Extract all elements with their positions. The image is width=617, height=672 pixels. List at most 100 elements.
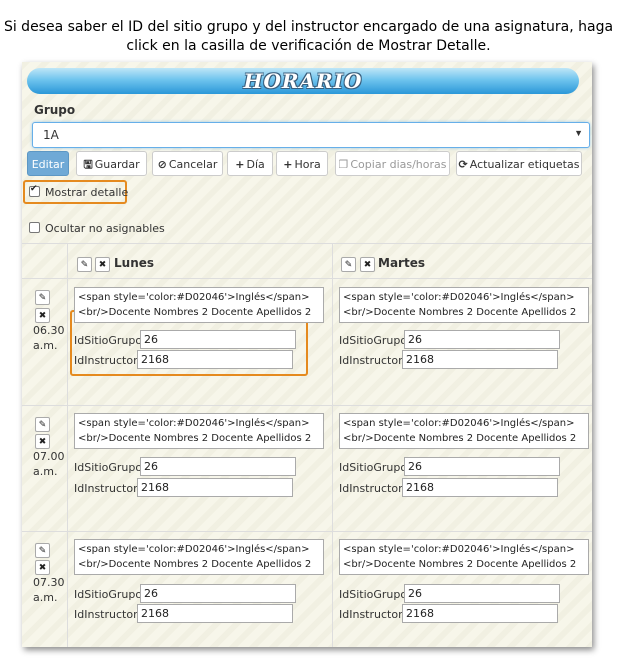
instructor-id-label: IdInstructor:: [74, 482, 142, 495]
grid-line: [22, 243, 592, 244]
site-id-label: IdSitioGrupo:: [339, 461, 411, 474]
checkbox-checked-icon: [29, 184, 40, 197]
plus-icon: +: [283, 158, 293, 171]
caption-line-2: click en la casilla de verificación de M…: [126, 38, 491, 54]
time-period: a.m.: [33, 465, 58, 478]
instructor-id-field[interactable]: 2168: [137, 478, 293, 497]
cancel-button[interactable]: ⊘ Cancelar: [152, 151, 223, 176]
edit-row-button[interactable]: ✎: [35, 290, 50, 305]
grupo-selected-value: 1A: [43, 128, 59, 142]
show-detail-label: Mostrar detalle: [45, 186, 129, 199]
edit-row-button[interactable]: ✎: [35, 543, 50, 558]
pencil-icon: ✎: [38, 545, 47, 555]
cell-line: <span style='color:#D02046'>Inglés</span…: [343, 292, 575, 303]
close-icon: ✖: [363, 259, 372, 269]
copy-button-label: Copiar dias/horas: [350, 158, 447, 171]
cell-line: <br/>Docente Nombres 2 Docente Apellidos…: [78, 559, 312, 570]
pencil-icon: ✎: [344, 259, 353, 269]
site-id-field[interactable]: 26: [140, 457, 296, 476]
instructor-id-field[interactable]: 2168: [402, 350, 558, 369]
copy-days-hours-button[interactable]: ❐ Copiar dias/horas: [335, 151, 450, 176]
checkbox-unchecked-icon: [29, 222, 40, 233]
grupo-select[interactable]: 1A ▼: [32, 122, 590, 148]
delete-column-button[interactable]: ✖: [95, 257, 110, 272]
show-detail-checkbox[interactable]: Mostrar detalle: [29, 184, 129, 199]
cell-line: <span style='color:#D02046'>Inglés</span…: [343, 418, 575, 429]
row-time: 07.00 a.m.: [33, 449, 65, 479]
close-icon: ✖: [38, 436, 47, 446]
pencil-icon: ✎: [38, 419, 47, 429]
time-period: a.m.: [33, 591, 58, 604]
cell-line: <span style='color:#D02046'>Inglés</span…: [343, 544, 575, 555]
cell-line: <br/>Docente Nombres 2 Docente Apellidos…: [343, 307, 577, 318]
plus-icon: +: [235, 158, 245, 171]
site-id-label: IdSitioGrupo:: [74, 588, 146, 601]
refresh-button-label: Actualizar etiquetas: [469, 158, 580, 171]
close-icon: ✖: [38, 562, 47, 572]
edit-button-label: Editar: [31, 158, 65, 171]
horario-banner: HORARIO: [27, 68, 579, 94]
site-id-field[interactable]: 26: [404, 457, 560, 476]
row-time: 07.30 a.m.: [33, 575, 65, 605]
time-period: a.m.: [33, 339, 58, 352]
caption-line-1: Si desea saber el ID del sitio grupo y d…: [3, 19, 614, 35]
instructor-id-label: IdInstructor:: [74, 608, 142, 621]
cell-line: <span style='color:#D02046'>Inglés</span…: [78, 418, 310, 429]
grid-line: [22, 405, 592, 406]
cell-textarea[interactable]: <span style='color:#D02046'>Inglés</span…: [74, 413, 324, 449]
delete-row-button[interactable]: ✖: [35, 308, 50, 323]
time-value: 07.00: [33, 450, 65, 463]
copy-icon: ❐: [338, 158, 349, 171]
banner-title: HORARIO: [243, 69, 363, 93]
floppy-icon: 🖫: [83, 158, 93, 171]
column-header-lunes: Lunes: [114, 256, 155, 270]
site-id-field[interactable]: 26: [404, 330, 560, 349]
edit-column-button[interactable]: ✎: [341, 257, 356, 272]
site-id-label: IdSitioGrupo:: [74, 461, 146, 474]
cell-textarea[interactable]: <span style='color:#D02046'>Inglés</span…: [74, 539, 324, 575]
column-header-martes: Martes: [378, 256, 425, 270]
site-id-label: IdSitioGrupo:: [339, 588, 411, 601]
chevron-down-icon: ▼: [574, 128, 583, 138]
instructor-id-field[interactable]: 2168: [402, 478, 558, 497]
add-day-label: Día: [246, 158, 265, 171]
refresh-labels-button[interactable]: ⟳ Actualizar etiquetas: [456, 151, 582, 176]
instructor-id-label: IdInstructor:: [339, 482, 407, 495]
refresh-icon: ⟳: [458, 158, 468, 171]
edit-button[interactable]: Editar: [27, 151, 69, 176]
cell-textarea[interactable]: <span style='color:#D02046'>Inglés</span…: [339, 413, 589, 449]
cell-textarea[interactable]: <span style='color:#D02046'>Inglés</span…: [74, 287, 324, 323]
edit-column-button[interactable]: ✎: [77, 257, 92, 272]
pencil-icon: ✎: [80, 259, 89, 269]
delete-row-button[interactable]: ✖: [35, 434, 50, 449]
grid-line: [67, 243, 68, 647]
cell-line: <br/>Docente Nombres 2 Docente Apellidos…: [78, 433, 312, 444]
save-button[interactable]: 🖫 Guardar: [76, 151, 147, 176]
site-id-field[interactable]: 26: [140, 584, 296, 603]
instructor-id-field[interactable]: 2168: [137, 350, 293, 369]
save-button-label: Guardar: [94, 158, 140, 171]
instructor-id-field[interactable]: 2168: [137, 604, 293, 623]
instructor-id-label: IdInstructor:: [339, 354, 407, 367]
cell-line: <br/>Docente Nombres 2 Docente Apellidos…: [78, 307, 312, 318]
instructor-id-field[interactable]: 2168: [402, 604, 558, 623]
cell-line: <span style='color:#D02046'>Inglés</span…: [78, 544, 310, 555]
hide-unassignable-checkbox[interactable]: Ocultar no asignables: [29, 222, 165, 235]
grid-line: [332, 243, 333, 647]
cell-line: <span style='color:#D02046'>Inglés</span…: [78, 292, 310, 303]
cell-textarea[interactable]: <span style='color:#D02046'>Inglés</span…: [339, 287, 589, 323]
delete-row-button[interactable]: ✖: [35, 560, 50, 575]
close-icon: ✖: [38, 310, 47, 320]
edit-row-button[interactable]: ✎: [35, 417, 50, 432]
add-day-button[interactable]: + Día: [227, 151, 273, 176]
delete-column-button[interactable]: ✖: [360, 257, 375, 272]
time-value: 06.30: [33, 324, 65, 337]
add-hour-button[interactable]: + Hora: [276, 151, 328, 176]
cell-textarea[interactable]: <span style='color:#D02046'>Inglés</span…: [339, 539, 589, 575]
cancel-button-label: Cancelar: [168, 158, 218, 171]
site-id-field[interactable]: 26: [140, 330, 296, 349]
site-id-field[interactable]: 26: [404, 584, 560, 603]
instruction-caption: Si desea saber el ID del sitio grupo y d…: [0, 18, 617, 56]
close-icon: ✖: [98, 259, 107, 269]
grupo-label: Grupo: [34, 103, 76, 117]
